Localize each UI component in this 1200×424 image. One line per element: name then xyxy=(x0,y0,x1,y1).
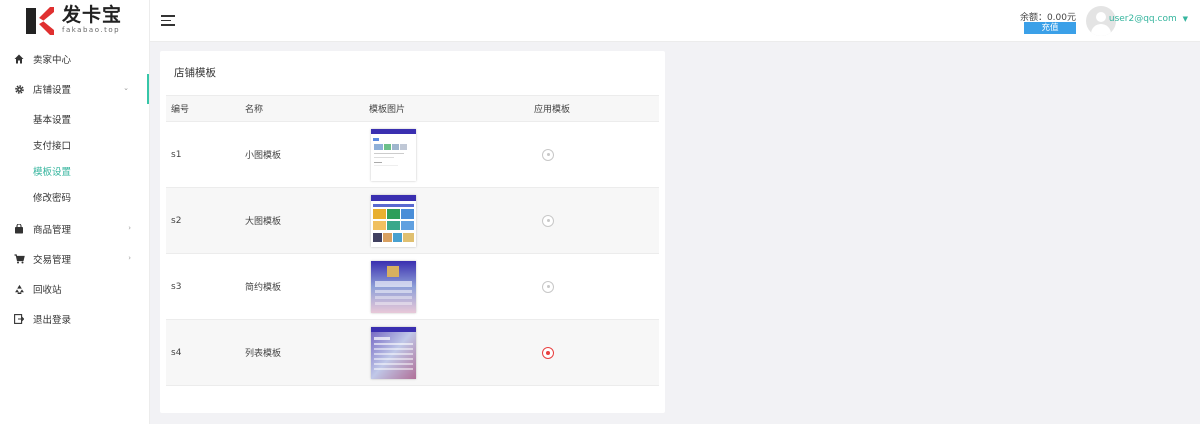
template-thumbnail-list[interactable] xyxy=(371,326,416,379)
card-title: 店铺模板 xyxy=(174,67,216,79)
home-icon xyxy=(13,53,25,65)
brand-title: 发卡宝 xyxy=(62,4,123,26)
apply-template-radio-selected[interactable] xyxy=(542,346,554,359)
sidebar-subitem-change-password[interactable]: 修改密码 xyxy=(0,184,149,210)
sidebar-item-label: 交易管理 xyxy=(33,255,72,266)
top-header: 余额：0.00元 充值 user2@qq.com ▼ xyxy=(150,0,1200,42)
caret-down-icon: ▼ xyxy=(1182,15,1188,23)
row-name: 简约模板 xyxy=(245,253,369,320)
user-email: user2@qq.com xyxy=(1108,14,1177,24)
logout-icon xyxy=(13,313,25,325)
sidebar-item-recycle-bin[interactable]: 回收站 xyxy=(0,274,149,304)
row-id: s4 xyxy=(166,319,245,386)
row-name: 列表模板 xyxy=(245,319,369,386)
table-row: s3 简约模板 xyxy=(166,253,659,320)
sidebar-subitem-basic-settings[interactable]: 基本设置 xyxy=(0,106,149,132)
brand-subtitle: fakabao.top xyxy=(62,26,121,34)
sidebar-item-label: 卖家中心 xyxy=(33,55,72,66)
row-id: s3 xyxy=(166,253,245,320)
brand-logo-icon xyxy=(22,4,56,38)
sidebar-item-orders[interactable]: 交易管理 › xyxy=(0,244,149,274)
table-row: s2 大图模板 xyxy=(166,187,659,254)
template-card: 店铺模板 编号 名称 模板图片 应用模板 s1 小图模板 s2 大图模板 s3 … xyxy=(160,51,665,413)
bag-icon xyxy=(13,223,25,235)
menu-toggle-icon[interactable] xyxy=(161,15,175,26)
sidebar-subitem-template-settings[interactable]: 模板设置 xyxy=(0,158,149,184)
apply-template-radio[interactable] xyxy=(542,148,554,161)
user-menu[interactable]: user2@qq.com ▼ xyxy=(1109,14,1188,24)
recharge-button[interactable]: 充值 xyxy=(1024,22,1076,34)
table-header-row: 编号 名称 模板图片 应用模板 xyxy=(166,95,659,122)
sidebar-item-label: 店铺设置 xyxy=(33,85,72,96)
template-table: 编号 名称 模板图片 应用模板 s1 小图模板 s2 大图模板 s3 简约模板 … xyxy=(166,95,659,386)
template-thumbnail-small[interactable] xyxy=(371,128,416,181)
sidebar: 发卡宝 fakabao.top 卖家中心 店铺设置 ⌄ 基本设置 支付接口 模板… xyxy=(0,0,150,424)
chevron-down-icon: ⌄ xyxy=(123,84,129,92)
sidebar-item-label: 回收站 xyxy=(33,285,62,296)
row-id: s2 xyxy=(166,187,245,254)
column-header-id: 编号 xyxy=(166,95,245,122)
sidebar-item-label: 商品管理 xyxy=(33,225,72,236)
cart-icon xyxy=(13,253,25,265)
row-name: 小图模板 xyxy=(245,121,369,188)
column-header-apply: 应用模板 xyxy=(534,95,659,122)
chevron-right-icon: › xyxy=(128,254,131,262)
template-thumbnail-large[interactable] xyxy=(371,194,416,247)
sidebar-subitem-payment[interactable]: 支付接口 xyxy=(0,132,149,158)
column-header-image: 模板图片 xyxy=(369,95,534,122)
column-header-name: 名称 xyxy=(245,95,369,122)
row-id: s1 xyxy=(166,121,245,188)
template-thumbnail-simple[interactable] xyxy=(371,260,416,313)
recycle-icon xyxy=(13,283,25,295)
apply-template-radio[interactable] xyxy=(542,214,554,227)
gear-icon xyxy=(13,83,25,95)
sidebar-item-store-settings[interactable]: 店铺设置 ⌄ xyxy=(0,74,149,104)
apply-template-radio[interactable] xyxy=(542,280,554,293)
brand-logo[interactable]: 发卡宝 fakabao.top xyxy=(0,0,149,44)
sidebar-item-products[interactable]: 商品管理 › xyxy=(0,214,149,244)
sidebar-item-seller-center[interactable]: 卖家中心 xyxy=(0,44,149,74)
row-name: 大图模板 xyxy=(245,187,369,254)
table-row: s1 小图模板 xyxy=(166,121,659,188)
sidebar-nav: 卖家中心 店铺设置 ⌄ 基本设置 支付接口 模板设置 修改密码 商品管理 › 交… xyxy=(0,44,149,334)
sidebar-item-label: 退出登录 xyxy=(33,315,72,326)
sidebar-item-logout[interactable]: 退出登录 xyxy=(0,304,149,334)
chevron-right-icon: › xyxy=(128,224,131,232)
table-row: s4 列表模板 xyxy=(166,319,659,386)
